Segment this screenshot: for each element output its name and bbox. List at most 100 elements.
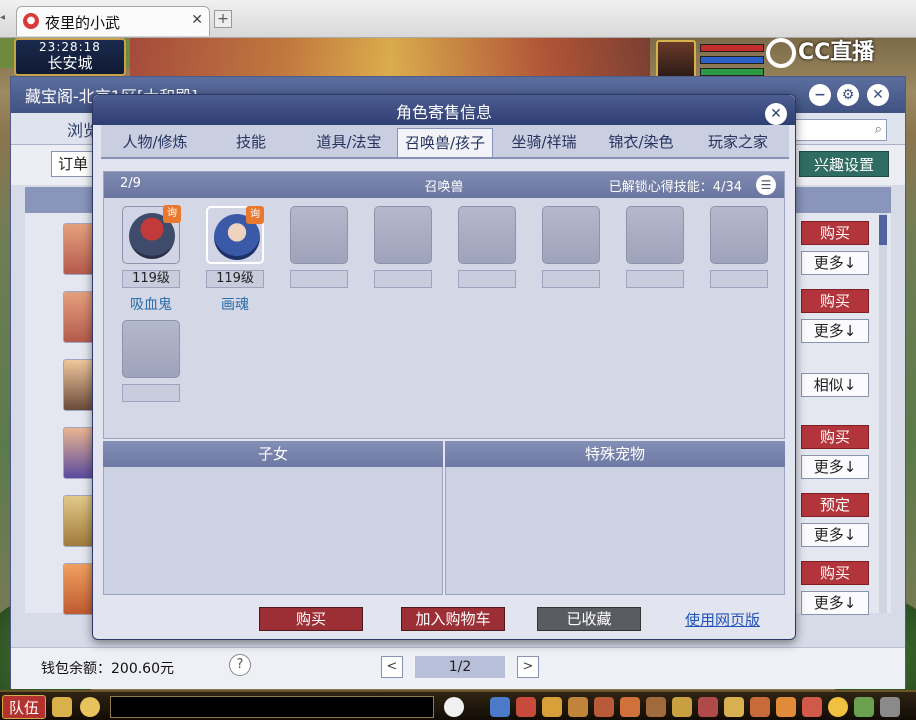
voice-icon[interactable] [52,697,72,717]
team-button[interactable]: 队伍 [2,695,46,719]
more-button[interactable]: 更多↓ [801,455,869,479]
activity-icon[interactable] [776,697,796,717]
help-icon[interactable]: ? [229,654,251,676]
gang-icon[interactable] [672,697,692,717]
pay-icon[interactable] [750,697,770,717]
hp-bar [700,44,764,52]
search-input[interactable]: ⌕ [787,119,887,141]
empty-pet-slot [290,206,348,264]
prev-page-button[interactable]: < [381,656,403,678]
mp-bar [700,56,764,64]
gear-icon[interactable]: ⚙ [837,84,859,106]
pet-slot-selected[interactable]: 询 [206,206,264,264]
empty-level-box [458,270,516,288]
empty-level-box [542,270,600,288]
buy-button[interactable]: 购买 [801,289,869,313]
buy-button[interactable]: 购买 [259,607,363,631]
player-portrait[interactable] [656,40,696,80]
empty-pet-slot [374,206,432,264]
pet-level: 119级 [122,270,180,288]
buy-button[interactable]: 购买 [801,561,869,585]
city-name: 长安城 [47,54,93,72]
favicon-icon: ● [23,13,39,29]
tab-close-icon[interactable]: ✕ [191,12,203,28]
more-button[interactable]: 更多↓ [801,319,869,343]
empty-level-box [710,270,768,288]
page-indicator: 1/2 [415,656,505,678]
empty-pet-slot [710,206,768,264]
children-header: 子女 [103,441,443,467]
tab-costume[interactable]: 锦衣/染色 [593,128,689,157]
smile-icon[interactable] [828,697,848,717]
settings-icon[interactable] [880,697,900,717]
pet-name[interactable]: 吸血鬼 [116,294,186,314]
cc-logo-icon [766,38,796,68]
item-icon[interactable] [516,697,536,717]
task-icon[interactable] [646,697,666,717]
system-icon[interactable] [854,697,874,717]
role-sale-info-dialog: 角色寄售信息 ✕ 人物/修炼 技能 道具/法宝 召唤兽/孩子 坐骑/祥瑞 锦衣/… [92,94,796,640]
clock-time: 23:28:18 [39,40,101,54]
dialog-tabs: 人物/修炼 技能 道具/法宝 召唤兽/孩子 坐骑/祥瑞 锦衣/染色 玩家之家 [101,125,789,159]
new-tab-button[interactable]: + [214,10,232,28]
browser-tab[interactable]: ● 夜里的小武 ✕ [16,6,210,36]
children-panel [103,467,443,595]
pet-slot[interactable]: 询 [122,205,181,264]
minimize-icon[interactable]: − [809,84,831,106]
treasure-footer: 钱包余额：200.60元 ? < 1/2 > [11,647,905,689]
give-icon[interactable] [542,697,562,717]
inquiry-badge[interactable]: 询 [163,205,181,223]
chat-bubble-icon[interactable] [80,697,100,717]
summons-panel: 2/9 召唤兽 已解锁心得技能：4/34 ☰ 询 119级 吸血鬼 询 119级… [103,171,785,439]
team-icon[interactable] [594,697,614,717]
dialog-title: 角色寄售信息 [395,103,492,122]
pet-level: 119级 [206,270,264,288]
chat-input[interactable] [110,696,434,718]
friend-icon[interactable] [724,697,744,717]
more-button[interactable]: 更多↓ [801,523,869,547]
close-icon[interactable]: ✕ [867,84,889,106]
tab-home[interactable]: 玩家之家 [693,128,783,157]
next-page-button[interactable]: > [517,656,539,678]
gift-icon[interactable] [802,697,822,717]
reserve-button[interactable]: 预定 [801,493,869,517]
quick-icon[interactable] [698,697,718,717]
trade-icon[interactable] [568,697,588,717]
tab-items[interactable]: 道具/法宝 [301,128,397,157]
stream-logo-text: CC直播 [798,40,875,65]
search-icon[interactable]: ⌕ [875,122,882,137]
empty-level-box [374,270,432,288]
web-version-link[interactable]: 使用网页版 [685,609,760,630]
wallet-balance: 钱包余额：200.60元 [41,661,174,677]
list-scrollbar[interactable] [879,213,887,613]
summons-header: 2/9 召唤兽 已解锁心得技能：4/34 ☰ [104,172,784,198]
list-menu-icon[interactable]: ☰ [756,175,776,195]
buy-button[interactable]: 购买 [801,221,869,245]
tab-character[interactable]: 人物/修炼 [107,128,203,157]
similar-button[interactable]: 相似↓ [801,373,869,397]
browser-tab-bar: ◂ ● 夜里的小武 ✕ + [0,0,916,38]
sp-bar [700,68,764,76]
scrollbar-thumb[interactable] [879,215,887,245]
add-to-cart-button[interactable]: 加入购物车 [401,607,505,631]
tab-scroll-left-icon[interactable]: ◂ [0,12,5,23]
favorited-button[interactable]: 已收藏 [537,607,641,631]
tab-mounts[interactable]: 坐骑/祥瑞 [499,128,589,157]
dialog-close-icon[interactable]: ✕ [765,103,787,125]
panda-icon[interactable] [444,697,464,717]
empty-pet-slot [122,320,180,378]
game-bottom-hud: 队伍 [0,690,916,720]
more-button[interactable]: 更多↓ [801,591,869,615]
tab-summons[interactable]: 召唤兽/孩子 [397,128,493,157]
attack-icon[interactable] [490,697,510,717]
inquiry-badge[interactable]: 询 [246,206,264,224]
tab-skills[interactable]: 技能 [209,128,293,157]
pet-icon[interactable] [620,697,640,717]
empty-level-box [290,270,348,288]
empty-level-box [626,270,684,288]
buy-button[interactable]: 购买 [801,425,869,449]
more-button[interactable]: 更多↓ [801,251,869,275]
stream-logo: CC直播 [766,34,906,68]
interest-settings-button[interactable]: 兴趣设置 [799,151,889,177]
pet-name[interactable]: 画魂 [200,294,270,314]
